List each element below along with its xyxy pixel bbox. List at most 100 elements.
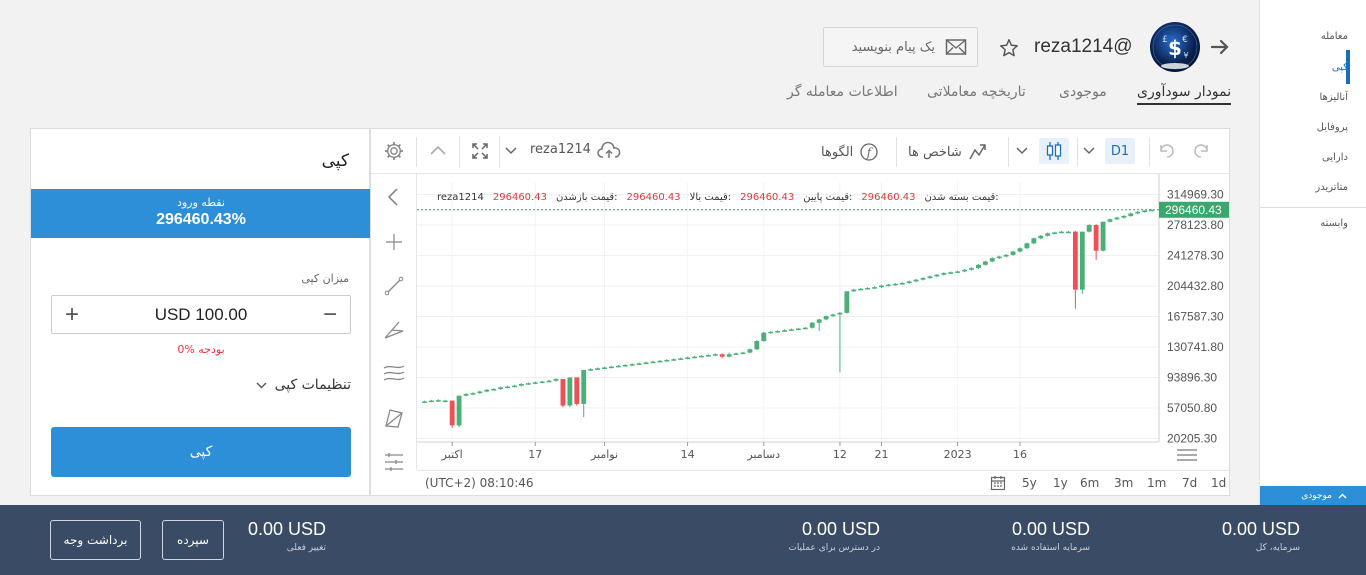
timeframe-7d[interactable]: 7d — [1182, 476, 1197, 490]
legend-low-label: قیمت پایین: — [803, 192, 852, 203]
chevron-down-icon[interactable] — [505, 146, 517, 155]
legend-high-label: قیمت بالا: — [690, 192, 732, 203]
floating-change-label: تغییر فعلی — [286, 543, 326, 553]
indicators-button[interactable]: شاخص ها — [908, 142, 988, 162]
toolbar-divider — [459, 137, 460, 167]
send-message-button[interactable]: یک پیام بنویسید — [823, 27, 978, 67]
timeframe-1y[interactable]: 1y — [1053, 476, 1068, 490]
chart-symbol[interactable]: reza1214 — [530, 142, 591, 157]
timeframe-1m[interactable]: 1m — [1147, 476, 1166, 490]
y-tick-label: 278123.80 — [1167, 218, 1224, 232]
candle — [428, 400, 434, 403]
copy-amount-label: میزان کپی — [301, 272, 349, 285]
candle — [858, 288, 864, 291]
gear-icon[interactable] — [383, 140, 405, 162]
cloud-upload-icon[interactable] — [597, 141, 621, 161]
candle — [1128, 213, 1134, 216]
collapse-arrow-icon[interactable] — [382, 185, 406, 209]
timeframe-3m[interactable]: 3m — [1114, 476, 1133, 490]
sidebar-item-affiliate[interactable]: وابسته — [1320, 218, 1348, 229]
back-arrow-icon[interactable] — [1208, 35, 1232, 59]
withdraw-button[interactable]: برداشت وجه — [50, 520, 141, 560]
shape-tool-icon[interactable] — [382, 406, 406, 430]
candle — [823, 316, 829, 320]
candle — [705, 355, 711, 357]
chevron-down-icon[interactable] — [1083, 146, 1095, 155]
sidebar-balance-label: موجودی — [1301, 490, 1332, 501]
candle — [927, 276, 933, 279]
candle — [948, 272, 954, 274]
y-tick-label: 241278.30 — [1167, 248, 1224, 262]
sidebar-balance-toggle[interactable]: موجودی — [1260, 486, 1366, 505]
deposit-button[interactable]: سپرده — [162, 520, 224, 560]
candle — [636, 363, 642, 365]
redo-icon[interactable] — [1191, 141, 1211, 161]
trend-line-icon[interactable] — [382, 274, 406, 298]
candle — [456, 395, 462, 426]
crosshair-icon[interactable] — [382, 230, 406, 254]
scale-settings-icon — [1177, 449, 1197, 461]
x-tick-label: 12 — [833, 448, 847, 461]
candle — [816, 319, 822, 323]
timeframe-5y[interactable]: 5y — [1022, 476, 1037, 490]
candle — [941, 273, 947, 275]
candle — [885, 284, 891, 287]
chart-bottom-bar: (UTC+2) 08:10:46 5y 1y 6m 3m 1m 7d 1d — [417, 470, 1229, 495]
tab-profit-chart[interactable]: نمودار سودآوری — [1137, 84, 1232, 105]
svg-text:$: $ — [1168, 36, 1182, 60]
sidebar-item-trade[interactable]: معامله — [1321, 31, 1348, 42]
undo-icon[interactable] — [1157, 141, 1177, 161]
y-tick-label: 314969.30 — [1167, 187, 1224, 201]
candlestick-type-button[interactable] — [1039, 138, 1069, 164]
candle — [809, 322, 815, 328]
candle — [955, 271, 961, 273]
legend-close-label: قیمت بسته شدن: — [924, 192, 998, 203]
timeframe-6m[interactable]: 6m — [1080, 476, 1099, 490]
chevron-up-icon[interactable] — [429, 143, 447, 157]
used-capital-label: سرمایه استفاده شده — [1011, 543, 1090, 553]
candle — [1072, 231, 1078, 290]
candle — [622, 364, 628, 367]
chart-plot-area[interactable]: 314969.30 278123.80 241278.30 204432.80 1675… — [417, 174, 1229, 470]
candle — [1142, 210, 1148, 213]
candle — [650, 361, 656, 364]
sidebar-item-assets[interactable]: دارایی — [1322, 152, 1348, 163]
candle — [629, 364, 635, 366]
chevron-down-icon[interactable] — [1016, 146, 1028, 155]
fullscreen-icon[interactable] — [470, 141, 490, 161]
interval-button[interactable]: D1 — [1105, 138, 1135, 164]
plus-button[interactable]: + — [62, 302, 82, 326]
candle — [754, 340, 760, 350]
candle — [1086, 225, 1092, 232]
candle — [664, 360, 670, 362]
copy-button[interactable]: کپی — [51, 427, 351, 477]
tab-trade-history[interactable]: تاریخچه معاملاتی — [927, 84, 1026, 100]
copy-amount-value[interactable]: USD 100.00 — [155, 305, 248, 325]
drawing-toolbar — [371, 174, 417, 471]
candle — [567, 377, 573, 406]
candle — [525, 383, 531, 385]
pitchfork-icon[interactable] — [382, 318, 406, 342]
tab-trader-info[interactable]: اطلاعات معامله گر — [787, 84, 898, 100]
sidebar-item-profile[interactable]: پروفایل — [1317, 122, 1348, 133]
x-tick-label: 17 — [528, 448, 542, 461]
fibonacci-icon[interactable] — [382, 362, 406, 386]
x-tick-label: دسامبر — [746, 448, 780, 461]
candle — [934, 274, 940, 277]
calendar-icon[interactable] — [990, 475, 1006, 491]
copy-settings-toggle[interactable]: تنظیمات کپی — [256, 377, 351, 393]
sidebar-divider — [1260, 207, 1366, 208]
tab-balance[interactable]: موجودی — [1059, 84, 1107, 100]
patterns-button[interactable]: الگوها f — [821, 142, 879, 162]
measure-tool-icon[interactable] — [382, 450, 406, 474]
star-icon[interactable] — [998, 37, 1020, 59]
candle — [768, 331, 774, 334]
candle — [740, 352, 746, 355]
timeframe-1d[interactable]: 1d — [1211, 476, 1226, 490]
sidebar-item-metatrader[interactable]: متاتریدر — [1315, 182, 1348, 193]
sidebar-item-analyses[interactable]: آنالیزها — [1319, 92, 1348, 103]
candle — [976, 264, 981, 269]
minus-button[interactable]: − — [320, 302, 340, 326]
candle — [851, 289, 857, 292]
candle — [435, 400, 441, 402]
